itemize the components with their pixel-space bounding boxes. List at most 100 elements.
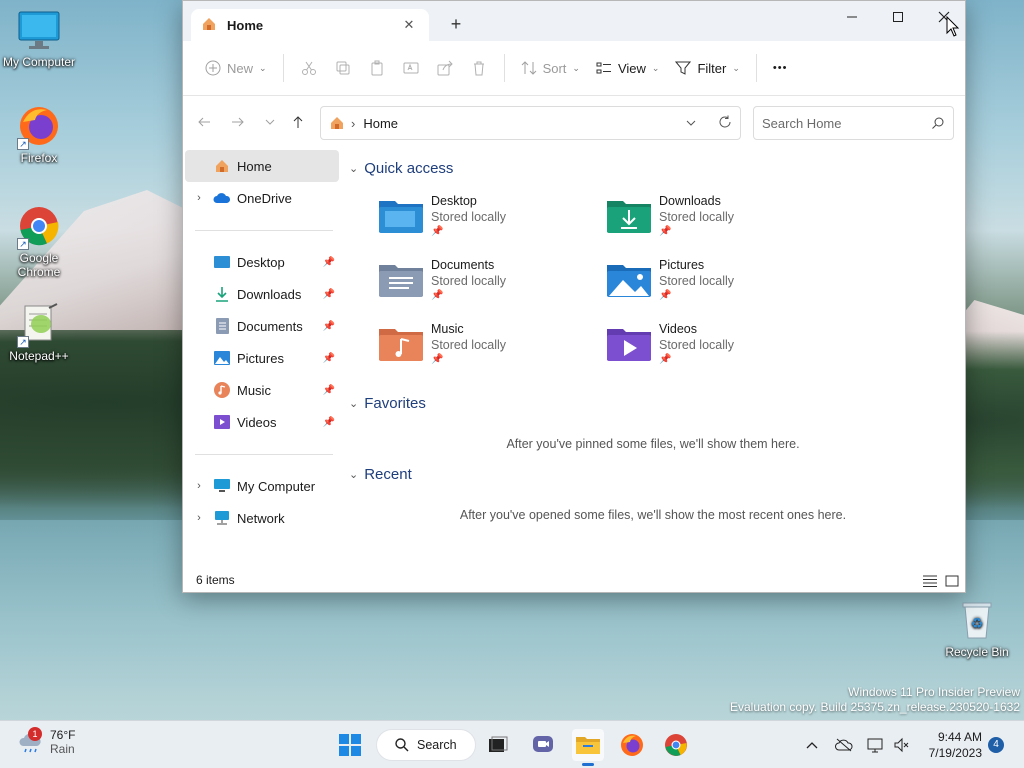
sort-button[interactable]: Sort ⌄	[513, 51, 588, 85]
more-options-button[interactable]: •••	[765, 51, 796, 85]
search-input[interactable]: Search Home	[753, 106, 954, 140]
title-bar[interactable]: Home ✕ +	[183, 1, 965, 41]
mouse-cursor-icon	[946, 16, 960, 37]
weather-widget[interactable]: 1 76°F Rain	[18, 727, 75, 756]
sidebar-item-network[interactable]: › Network	[185, 502, 339, 534]
quick-access-item-music[interactable]: Music Stored locally 📌	[379, 322, 589, 378]
pin-icon[interactable]: 📌	[323, 321, 335, 332]
sidebar-item-documents[interactable]: Documents 📌	[185, 310, 339, 342]
desktop-icon-label: Firefox	[20, 151, 58, 165]
delete-button[interactable]	[464, 51, 494, 85]
close-tab-icon[interactable]: ✕	[399, 15, 419, 35]
onedrive-tray-button[interactable]	[834, 735, 854, 755]
sidebar-item-pictures[interactable]: Pictures 📌	[185, 342, 339, 374]
sidebar-item-music[interactable]: Music 📌	[185, 374, 339, 406]
quick-access-item-videos[interactable]: Videos Stored locally 📌	[607, 322, 817, 378]
volume-tray-button[interactable]	[892, 735, 912, 755]
chevron-down-icon	[265, 119, 275, 125]
recent-locations-button[interactable]	[255, 107, 285, 137]
address-dropdown-icon[interactable]	[686, 116, 696, 131]
chevron-right-icon[interactable]: ›	[185, 480, 213, 492]
quick-access-header[interactable]: ⌄ Quick access	[349, 160, 453, 177]
new-label: New	[227, 60, 254, 76]
new-tab-button[interactable]: +	[445, 13, 467, 35]
quick-access-item-documents[interactable]: Documents Stored locally 📌	[379, 258, 589, 314]
copy-button[interactable]	[328, 51, 358, 85]
cut-button[interactable]	[294, 51, 324, 85]
details-view-button[interactable]	[921, 573, 939, 589]
sidebar-item-downloads[interactable]: Downloads 📌	[185, 278, 339, 310]
command-bar: New ⌄ Sort ⌄ View ⌄ Filter ⌄ •••	[183, 41, 965, 96]
taskbar-firefox[interactable]	[616, 729, 648, 761]
desktop-icon-chrome[interactable]: ↗ Google Chrome	[0, 204, 78, 279]
filter-button[interactable]: Filter ⌄	[667, 51, 747, 85]
taskbar-chrome[interactable]	[660, 729, 692, 761]
item-name: Music	[431, 322, 464, 336]
filter-icon	[675, 61, 692, 75]
sidebar-item-label: Documents	[237, 318, 303, 334]
section-title: Quick access	[364, 160, 454, 177]
quick-access-item-pictures[interactable]: Pictures Stored locally 📌	[607, 258, 817, 314]
documents-folder-icon	[379, 265, 423, 297]
pin-icon[interactable]: 📌	[323, 353, 335, 364]
arrow-up-icon	[293, 116, 303, 128]
show-hidden-icons-button[interactable]	[802, 735, 822, 755]
rename-button[interactable]	[396, 51, 426, 85]
up-button[interactable]	[283, 107, 313, 137]
pin-icon[interactable]: 📌	[323, 417, 335, 428]
sidebar-item-desktop[interactable]: Desktop 📌	[185, 246, 339, 278]
sidebar-item-label: Desktop	[237, 254, 285, 270]
taskbar-file-explorer[interactable]	[572, 729, 604, 766]
arrow-left-icon	[198, 117, 210, 127]
taskbar-chat[interactable]	[527, 729, 559, 761]
view-button[interactable]: View ⌄	[588, 51, 668, 85]
maximize-button[interactable]	[875, 1, 921, 33]
chevron-right-icon[interactable]: ›	[185, 512, 213, 524]
maximize-icon	[893, 12, 903, 22]
refresh-icon[interactable]	[718, 115, 732, 132]
forward-button[interactable]	[223, 107, 253, 137]
downloads-folder-icon	[607, 201, 651, 233]
tiles-view-button[interactable]	[943, 573, 961, 589]
close-window-button[interactable]	[921, 1, 967, 33]
paste-button[interactable]	[362, 51, 392, 85]
pin-icon[interactable]: 📌	[323, 289, 335, 300]
item-name: Videos	[659, 322, 697, 336]
pin-icon[interactable]: 📌	[323, 257, 335, 268]
back-button[interactable]	[189, 107, 219, 137]
desktop-icon-recycle-bin[interactable]: ♻ Recycle Bin	[938, 598, 1016, 659]
pin-icon[interactable]: 📌	[323, 385, 335, 396]
breadcrumb-separator[interactable]: ›	[351, 116, 355, 131]
minimize-button[interactable]	[829, 1, 875, 33]
breadcrumb-home[interactable]: Home	[363, 116, 686, 131]
sidebar-item-onedrive[interactable]: › OneDrive	[185, 182, 339, 214]
quick-access-item-downloads[interactable]: Downloads Stored locally 📌	[607, 194, 817, 250]
clock[interactable]: 9:44 AM 7/19/2023	[918, 729, 982, 761]
sidebar-item-home[interactable]: Home	[185, 150, 339, 182]
music-folder-icon	[379, 329, 423, 361]
quick-access-item-desktop[interactable]: Desktop Stored locally 📌	[379, 194, 589, 250]
chevron-down-icon: ⌄	[349, 469, 359, 481]
task-view-button[interactable]	[482, 729, 514, 761]
recent-header[interactable]: ⌄ Recent	[349, 466, 412, 483]
chevron-down-icon: ⌄	[572, 62, 580, 73]
favorites-header[interactable]: ⌄ Favorites	[349, 395, 426, 412]
network-tray-button[interactable]	[866, 735, 886, 755]
sidebar-item-my-computer[interactable]: › My Computer	[185, 470, 339, 502]
item-status: Stored locally	[659, 338, 735, 352]
chevron-right-icon[interactable]: ›	[185, 192, 213, 204]
share-button[interactable]	[430, 51, 460, 85]
sidebar-item-videos[interactable]: Videos 📌	[185, 406, 339, 438]
desktop-icon-my-computer[interactable]: My Computer	[0, 8, 78, 69]
notification-count-badge[interactable]: 4	[988, 737, 1004, 753]
new-button[interactable]: New ⌄	[197, 51, 275, 85]
start-button[interactable]	[334, 729, 366, 761]
item-status: Stored locally	[431, 210, 507, 224]
desktop-icon-firefox[interactable]: ↗ Firefox	[0, 104, 78, 165]
taskbar-search-box[interactable]: Search	[376, 729, 476, 761]
address-bar[interactable]: › Home	[320, 106, 741, 140]
desktop-icon-notepadpp[interactable]: ↗ Notepad++	[0, 302, 78, 363]
tab-home[interactable]: Home ✕	[191, 9, 429, 41]
sidebar-divider	[195, 454, 333, 455]
desktop-icon-label: Notepad++	[9, 349, 69, 363]
